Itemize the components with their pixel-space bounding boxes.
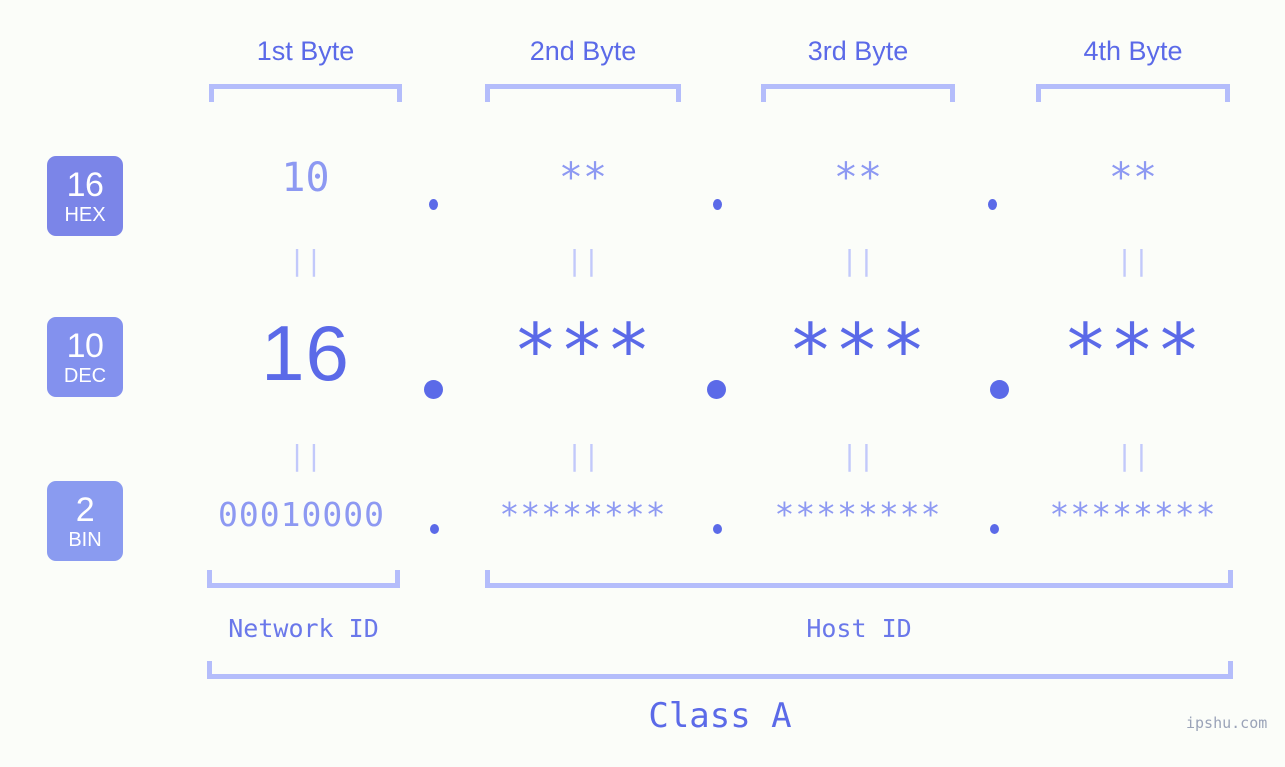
radix-badge-hex: 16 HEX bbox=[47, 156, 123, 236]
bin-byte-1-value: 00010000 bbox=[218, 495, 385, 534]
byte-header-3: 3rd Byte bbox=[807, 36, 909, 66]
byte-header-4: 4th Byte bbox=[1083, 36, 1183, 66]
class-bracket bbox=[207, 661, 1233, 679]
hex-byte-3-value: ** bbox=[833, 155, 883, 201]
byte-bracket-1 bbox=[209, 84, 402, 102]
byte-header-1: 1st Byte bbox=[256, 36, 355, 66]
host-id-label: Host ID bbox=[806, 614, 912, 643]
radix-badge-dec: 10 DEC bbox=[47, 317, 123, 397]
radix-badge-dec-number: 10 bbox=[66, 326, 104, 365]
radix-badge-bin: 2 BIN bbox=[47, 481, 123, 561]
dec-separator-dot-2 bbox=[707, 380, 726, 399]
radix-badge-dec-name: DEC bbox=[63, 364, 107, 387]
dec-separator-dot-3 bbox=[990, 380, 1009, 399]
dec-byte-3-value: *** bbox=[788, 308, 928, 394]
radix-badge-hex-name: HEX bbox=[64, 203, 106, 226]
hex-byte-1-value: 10 bbox=[281, 155, 330, 201]
equals-mark-byte-2-dec-bin: || bbox=[566, 439, 600, 472]
equals-mark-byte-1-hex-dec: || bbox=[288, 244, 323, 277]
equals-mark-byte-1-dec-bin: || bbox=[288, 439, 323, 472]
bin-separator-dot-1 bbox=[430, 524, 439, 534]
hex-separator-dot-3 bbox=[988, 199, 997, 210]
class-label: Class A bbox=[648, 696, 792, 736]
bin-byte-4-value: ******** bbox=[1049, 495, 1217, 534]
hex-separator-dot-1 bbox=[429, 199, 438, 210]
host-id-bracket bbox=[485, 570, 1233, 588]
network-id-label: Network ID bbox=[228, 614, 379, 643]
byte-bracket-3 bbox=[761, 84, 955, 102]
dec-byte-4-value: *** bbox=[1063, 308, 1203, 394]
dec-byte-1-value: 16 bbox=[261, 309, 350, 397]
byte-header-2: 2nd Byte bbox=[529, 36, 637, 66]
hex-byte-4-value: ** bbox=[1108, 155, 1158, 201]
network-id-bracket bbox=[207, 570, 400, 588]
bin-byte-3-value: ******** bbox=[774, 495, 942, 534]
dec-separator-dot-1 bbox=[424, 380, 443, 399]
equals-mark-byte-2-hex-dec: || bbox=[566, 244, 600, 277]
radix-badge-bin-number: 2 bbox=[75, 490, 95, 529]
equals-mark-byte-4-dec-bin: || bbox=[1116, 439, 1150, 472]
hex-separator-dot-2 bbox=[713, 199, 722, 210]
radix-badge-hex-number: 16 bbox=[66, 165, 104, 204]
site-watermark: ipshu.com bbox=[1186, 714, 1268, 732]
byte-bracket-4 bbox=[1036, 84, 1230, 102]
hex-byte-2-value: ** bbox=[558, 155, 608, 201]
dec-byte-2-value: *** bbox=[513, 308, 653, 394]
equals-mark-byte-4-hex-dec: || bbox=[1116, 244, 1150, 277]
equals-mark-byte-3-hex-dec: || bbox=[841, 244, 875, 277]
ip-address-class-diagram: 1st Byte 2nd Byte 3rd Byte 4th Byte 16 H… bbox=[0, 0, 1285, 767]
radix-badge-bin-name: BIN bbox=[68, 528, 102, 551]
bin-separator-dot-2 bbox=[713, 524, 722, 534]
byte-bracket-2 bbox=[485, 84, 681, 102]
equals-mark-byte-3-dec-bin: || bbox=[841, 439, 875, 472]
bin-separator-dot-3 bbox=[990, 524, 999, 534]
bin-byte-2-value: ******** bbox=[499, 495, 667, 534]
